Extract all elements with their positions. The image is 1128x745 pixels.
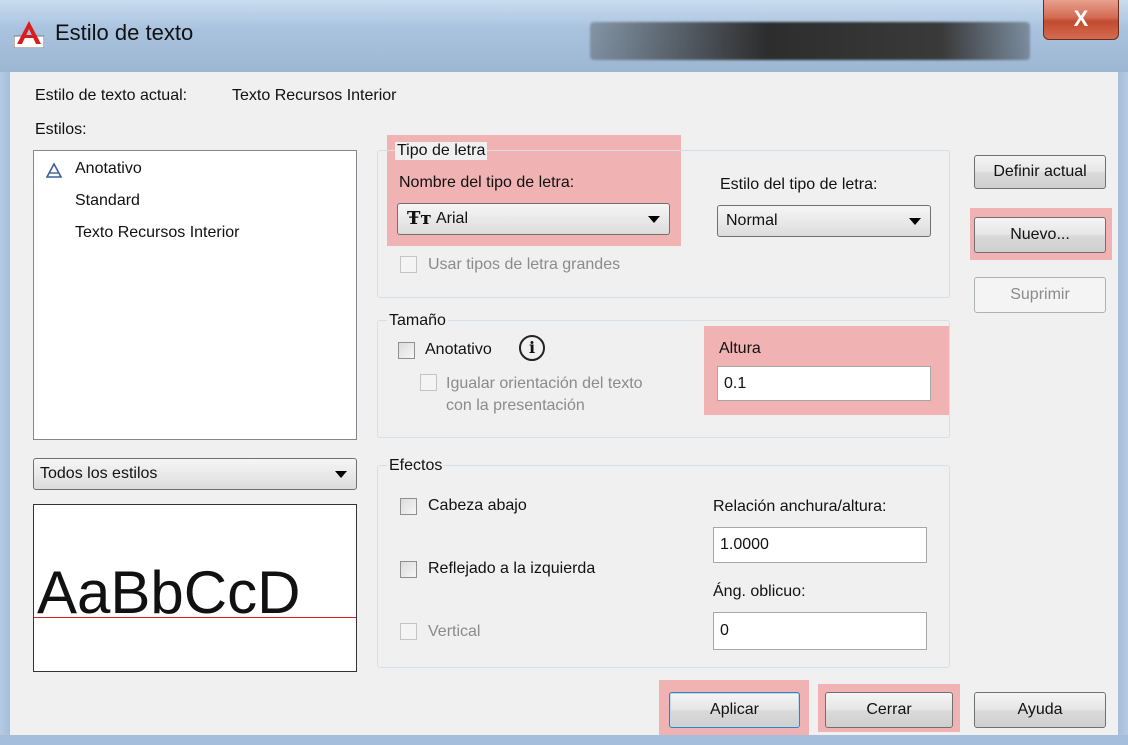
info-icon[interactable]: i xyxy=(519,335,545,361)
styles-label: Estilos: xyxy=(35,121,87,138)
truetype-icon: Ŧт xyxy=(407,208,432,229)
text-style-dialog: Estilo de texto X Estilo de texto actual… xyxy=(0,0,1128,745)
vertical-label: Vertical xyxy=(428,623,481,640)
styles-filter-dropdown[interactable]: Todos los estilos xyxy=(33,458,357,490)
window-title: Estilo de texto xyxy=(55,20,194,45)
font-name-label: Nombre del tipo de letra: xyxy=(399,174,575,191)
preview-sample-text: AaBbCcD xyxy=(37,559,301,626)
match-orientation-label-line1: Igualar orientación del texto xyxy=(446,375,643,392)
style-item-texto-recursos-interior[interactable]: Texto Recursos Interior xyxy=(75,224,240,242)
style-item-anotativo[interactable]: Anotativo xyxy=(75,160,142,178)
backwards-label: Reflejado a la izquierda xyxy=(428,560,596,577)
close-button[interactable]: Cerrar xyxy=(825,692,953,728)
annotative-icon xyxy=(46,163,62,178)
annotative-label: Anotativo xyxy=(425,341,492,358)
match-orientation-label-line2: con la presentación xyxy=(446,397,585,414)
new-style-button[interactable]: Nuevo... xyxy=(974,217,1106,253)
styles-filter-value: Todos los estilos xyxy=(40,465,158,482)
upside-down-label: Cabeza abajo xyxy=(428,497,527,514)
apply-button[interactable]: Aplicar xyxy=(669,692,800,728)
font-name-value: Arial xyxy=(436,210,469,227)
window-frame-left xyxy=(0,72,10,745)
close-window-button[interactable]: X xyxy=(1043,0,1119,40)
width-factor-input[interactable]: 1.0000 xyxy=(713,527,927,563)
current-style-value: Texto Recursos Interior xyxy=(232,87,397,104)
chevron-down-icon xyxy=(335,471,347,478)
oblique-angle-label: Áng. oblicuo: xyxy=(713,583,806,600)
help-button[interactable]: Ayuda xyxy=(974,692,1106,728)
oblique-angle-input[interactable]: 0 xyxy=(713,612,927,650)
delete-style-button[interactable]: Suprimir xyxy=(974,277,1106,313)
size-group-legend: Tamaño xyxy=(387,312,448,330)
window-frame-right xyxy=(1118,72,1128,745)
autocad-app-icon xyxy=(14,21,44,48)
effects-group-legend: Efectos xyxy=(387,457,445,475)
font-style-label: Estilo del tipo de letra: xyxy=(720,176,878,193)
title-bar-shadow xyxy=(590,22,1030,60)
chevron-down-icon xyxy=(909,218,921,225)
font-style-dropdown[interactable]: Normal xyxy=(717,205,931,237)
chevron-down-icon xyxy=(648,216,660,223)
set-current-button[interactable]: Definir actual xyxy=(974,155,1106,189)
big-fonts-label: Usar tipos de letra grandes xyxy=(428,256,621,273)
height-label: Altura xyxy=(719,340,761,357)
window-frame-bottom xyxy=(0,735,1128,745)
font-group-legend: Tipo de letra xyxy=(395,142,488,160)
annotative-checkbox[interactable] xyxy=(398,342,415,359)
font-style-value: Normal xyxy=(726,212,778,229)
upside-down-checkbox[interactable] xyxy=(400,498,417,515)
big-fonts-checkbox[interactable] xyxy=(400,256,417,273)
height-input[interactable]: 0.1 xyxy=(717,366,931,401)
current-style-label: Estilo de texto actual: xyxy=(35,87,188,104)
style-preview: AaBbCcD xyxy=(33,504,357,672)
style-item-standard[interactable]: Standard xyxy=(75,192,140,210)
vertical-checkbox[interactable] xyxy=(400,623,417,640)
match-orientation-checkbox[interactable] xyxy=(420,374,437,391)
width-factor-label: Relación anchura/altura: xyxy=(713,498,887,515)
backwards-checkbox[interactable] xyxy=(400,561,417,578)
font-name-dropdown[interactable]: Ŧт Arial xyxy=(397,203,670,235)
